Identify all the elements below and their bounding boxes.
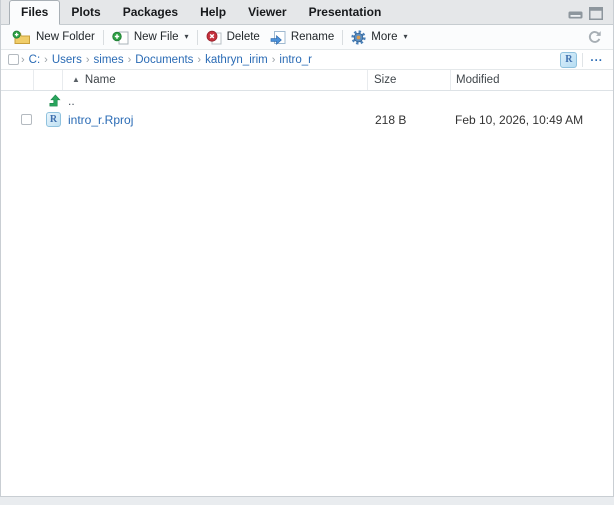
header-size-label: Size xyxy=(374,74,397,86)
tab-packages[interactable]: Packages xyxy=(112,1,189,24)
new-folder-icon xyxy=(12,30,31,45)
breadcrumb-segment-users[interactable]: Users xyxy=(52,54,82,66)
row-checkbox[interactable] xyxy=(21,114,32,125)
file-name-link[interactable]: intro_r.Rproj xyxy=(68,113,133,127)
tab-help[interactable]: Help xyxy=(189,1,237,24)
separator xyxy=(582,52,584,67)
header-icon-column xyxy=(34,70,63,90)
rename-button[interactable]: Rename xyxy=(265,28,339,47)
pane-body: Files Plots Packages Help Viewer Present… xyxy=(0,0,614,497)
window-controls xyxy=(568,7,603,20)
new-file-icon xyxy=(112,30,129,45)
breadcrumb-segment-simes[interactable]: simes xyxy=(94,54,124,66)
caret-down-icon: ▾ xyxy=(184,32,189,41)
tab-viewer[interactable]: Viewer xyxy=(237,1,297,24)
breadcrumb-segment-drive[interactable]: C: xyxy=(29,54,41,66)
file-table-header: ▲ Name Size Modified xyxy=(1,70,613,91)
breadcrumb-more-button[interactable]: ... xyxy=(588,52,606,68)
header-name-label: Name xyxy=(84,74,116,86)
parent-dir-link[interactable]: .. xyxy=(68,94,75,108)
rename-icon xyxy=(270,30,286,45)
table-row-file: R intro_r.Rproj 218 B Feb 10, 2026, 10:4… xyxy=(1,110,613,129)
breadcrumb-segment-documents[interactable]: Documents xyxy=(135,54,193,66)
breadcrumb-segment-intro-r[interactable]: intro_r xyxy=(279,54,312,66)
new-file-label: New File xyxy=(133,31,179,43)
new-folder-label: New Folder xyxy=(36,31,95,43)
more-button[interactable]: More ▾ xyxy=(346,28,412,47)
chevron-right-icon: › xyxy=(85,53,90,66)
rproj-file-icon: R xyxy=(46,112,61,127)
gear-icon xyxy=(351,29,366,45)
chevron-right-icon: › xyxy=(271,53,276,66)
tab-files[interactable]: Files xyxy=(9,0,61,25)
rename-label: Rename xyxy=(290,31,335,43)
caret-down-icon: ▾ xyxy=(403,32,408,41)
breadcrumb: › C: › Users › simes › Documents › kathr… xyxy=(1,50,613,70)
r-project-icon: R xyxy=(565,54,573,65)
new-folder-button[interactable]: New Folder xyxy=(7,28,100,47)
toolbar-separator xyxy=(342,29,344,45)
delete-icon xyxy=(206,30,222,45)
files-pane: Files Plots Packages Help Viewer Present… xyxy=(0,0,614,505)
file-modified: Feb 10, 2026, 10:49 AM xyxy=(455,112,584,127)
files-toolbar: New Folder New File ▾ Delete Rename More… xyxy=(1,25,613,50)
tab-bar: Files Plots Packages Help Viewer Present… xyxy=(1,0,613,25)
more-label: More xyxy=(371,31,398,43)
minimize-icon[interactable] xyxy=(568,8,583,19)
select-all-checkbox[interactable] xyxy=(8,54,19,65)
refresh-icon[interactable] xyxy=(587,30,602,45)
sort-ascending-icon: ▲ xyxy=(72,75,80,84)
toolbar-separator xyxy=(102,29,104,45)
delete-label: Delete xyxy=(226,31,260,43)
toolbar-separator xyxy=(196,29,198,45)
header-size[interactable]: Size xyxy=(368,70,451,90)
chevron-right-icon: › xyxy=(127,53,132,66)
maximize-icon[interactable] xyxy=(589,7,603,20)
chevron-right-icon: › xyxy=(21,53,25,66)
r-project-button[interactable]: R xyxy=(560,51,578,68)
tab-plots[interactable]: Plots xyxy=(60,1,111,24)
table-row-parent-dir: .. xyxy=(1,91,613,110)
header-checkbox-column xyxy=(1,70,34,90)
up-directory-icon xyxy=(47,94,61,108)
header-modified[interactable]: Modified xyxy=(451,70,613,90)
file-size: 218 B xyxy=(375,112,407,127)
delete-button[interactable]: Delete xyxy=(201,28,265,47)
breadcrumb-segment-kathryn-irim[interactable]: kathryn_irim xyxy=(205,54,268,66)
header-modified-label: Modified xyxy=(456,74,500,86)
chevron-right-icon: › xyxy=(44,53,48,66)
new-file-button[interactable]: New File ▾ xyxy=(107,28,194,47)
tab-presentation[interactable]: Presentation xyxy=(298,1,393,24)
header-name[interactable]: ▲ Name xyxy=(63,70,368,90)
chevron-right-icon: › xyxy=(197,53,202,66)
